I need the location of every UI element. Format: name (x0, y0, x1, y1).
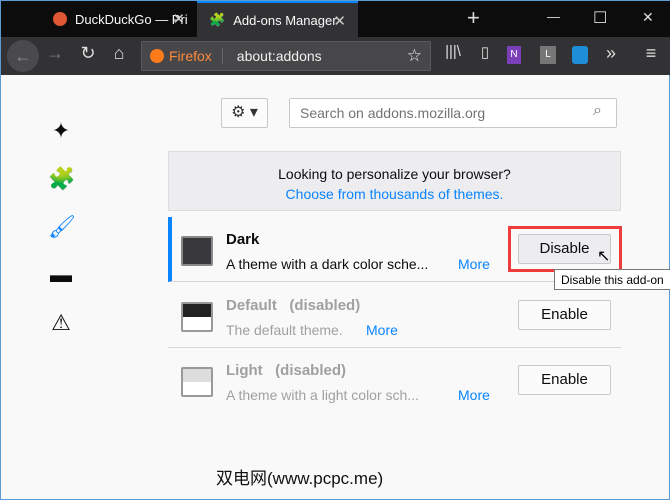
gear-icon: ⚙ ▾ (231, 104, 258, 121)
extension-l-icon[interactable]: L (540, 46, 556, 64)
hamburger-menu-icon[interactable]: ≡ (639, 43, 663, 64)
puzzle-icon: 🧩 (209, 12, 226, 27)
duckduckgo-icon (53, 12, 67, 26)
theme-row-default[interactable]: Default (disabled) The default theme. Mo… (168, 283, 621, 348)
overflow-menu-icon[interactable]: » (599, 43, 623, 64)
more-link[interactable]: More (458, 387, 490, 403)
tooltip: Disable this add-on (554, 269, 670, 290)
sidebar-themes-icon[interactable]: 🖌 (48, 214, 76, 240)
theme-preview-icon (181, 236, 213, 266)
tab-duckduckgo[interactable]: DuckDuckGo — Privacy, sim ✕ (41, 1, 197, 37)
sidebar-extensions-icon[interactable]: 🧩 (48, 166, 75, 192)
forward-button[interactable]: → (43, 43, 67, 64)
enable-button[interactable]: Enable (518, 300, 611, 330)
more-link[interactable]: More (458, 256, 490, 272)
sidebar-legacy-extensions-icon[interactable]: ⚠ (48, 310, 74, 336)
choose-themes-link[interactable]: Choose from thousands of themes. (169, 184, 620, 204)
sidebar-plugins-icon[interactable]: ▬ (48, 262, 74, 288)
firefox-icon (150, 49, 164, 63)
home-button[interactable]: ⌂ (107, 43, 131, 64)
search-input[interactable]: Search on addons.mozilla.org (289, 98, 617, 128)
close-window-button[interactable]: ✕ (642, 9, 654, 26)
onenote-icon[interactable]: N (507, 46, 521, 64)
theme-preview-icon (181, 367, 213, 397)
new-tab-button[interactable]: + (467, 5, 480, 31)
url-text[interactable]: about:addons (223, 48, 407, 64)
maximize-button[interactable]: ☐ (593, 8, 607, 28)
close-tab-icon[interactable]: ✕ (172, 10, 185, 28)
reload-button[interactable]: ↻ (76, 43, 100, 64)
bookmark-star-icon[interactable]: ☆ (407, 46, 430, 66)
theme-row-light[interactable]: Light (disabled) A theme with a light co… (168, 348, 621, 413)
search-icon: ⌕ (593, 102, 602, 119)
minimize-button[interactable]: — (547, 9, 560, 24)
tools-gear-button[interactable]: ⚙ ▾ (221, 98, 268, 128)
tab-bar: DuckDuckGo — Privacy, sim ✕ 🧩 Add-ons Ma… (1, 1, 670, 37)
back-button[interactable]: ← (7, 40, 39, 72)
url-bar[interactable]: Firefox about:addons ☆ (141, 41, 431, 71)
mouse-cursor-icon: ↖ (597, 248, 611, 265)
watermark: 双电网(www.pcpc.me) (216, 469, 384, 488)
themes-banner: Looking to personalize your browser? Cho… (168, 151, 621, 211)
more-link[interactable]: More (366, 322, 398, 338)
enable-button[interactable]: Enable (518, 365, 611, 395)
close-tab-icon[interactable]: ✕ (333, 12, 346, 30)
rss-extension-icon[interactable] (572, 46, 588, 64)
tab-addons-manager[interactable]: 🧩 Add-ons Manager ✕ (197, 1, 358, 37)
library-button[interactable]: |||\ (441, 43, 465, 60)
sidebar-recommendations-icon[interactable]: ✦ (48, 118, 74, 144)
theme-preview-icon (181, 302, 213, 332)
sidebar-button[interactable]: ▯ (473, 43, 497, 61)
